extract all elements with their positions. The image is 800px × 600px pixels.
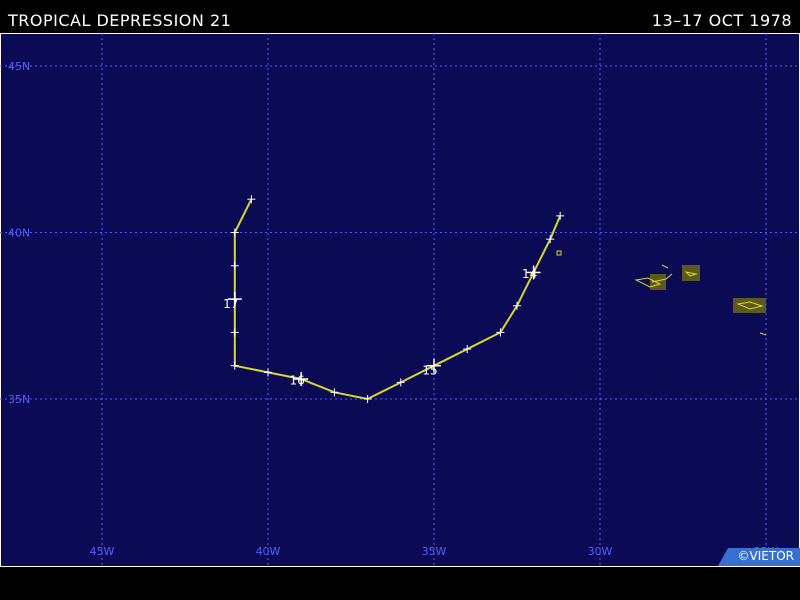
title-bar: TROPICAL DEPRESSION 21 13–17 OCT 1978 bbox=[0, 0, 800, 34]
lat-label: 45N bbox=[8, 60, 30, 73]
track-map[interactable]: 45W40W35W30W25W45N40N35N 17161514 bbox=[0, 33, 800, 567]
day-label: 14 bbox=[522, 267, 537, 281]
map-frame[interactable]: 45W40W35W30W25W45N40N35N 17161514 bbox=[0, 33, 800, 567]
credit-badge: ©VIETOR bbox=[718, 548, 800, 566]
day-label: 16 bbox=[290, 373, 305, 387]
lon-label: 30W bbox=[588, 545, 613, 558]
lat-label: 35N bbox=[8, 393, 30, 406]
day-label: 17 bbox=[223, 297, 238, 311]
ocean-background bbox=[0, 33, 800, 567]
island-central-group bbox=[682, 265, 700, 281]
storm-title: TROPICAL DEPRESSION 21 bbox=[8, 11, 232, 30]
lon-label: 45W bbox=[90, 545, 115, 558]
credit-text: ©VIETOR bbox=[737, 549, 794, 563]
date-range: 13–17 OCT 1978 bbox=[651, 11, 792, 30]
lon-label: 40W bbox=[256, 545, 281, 558]
bottom-bar bbox=[0, 567, 800, 600]
lat-label: 40N bbox=[8, 227, 30, 240]
lon-label: 35W bbox=[422, 545, 447, 558]
day-label: 15 bbox=[422, 363, 437, 377]
